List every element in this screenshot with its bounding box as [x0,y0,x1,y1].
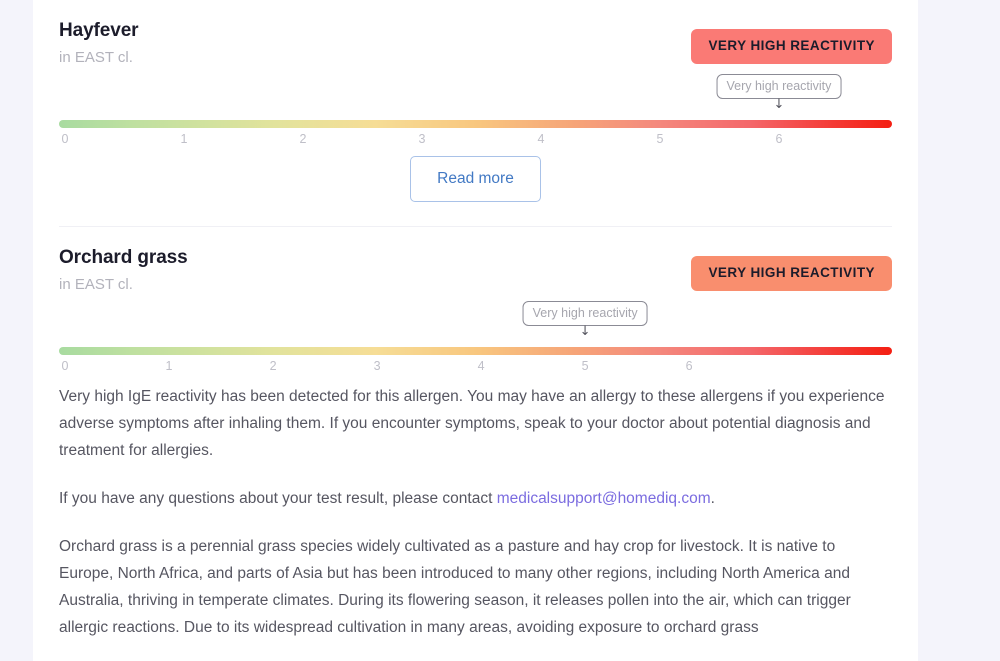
scale-tick-label: 4 [477,359,485,373]
scale-marker: Very high reactivity ↓ [716,74,842,112]
allergen-header: Orchard grass in EAST cl. VERY HIGH REAC… [59,245,892,303]
allergen-description: Very high IgE reactivity has been detect… [59,371,892,641]
scale-gradient-track [59,347,892,355]
scale-marker: Very high reactivity ↓ [522,301,648,339]
read-more-button[interactable]: Read more [410,156,541,202]
scale-gradient-track [59,120,892,128]
scale-tick-label: 1 [180,132,188,146]
scale-marker-tooltip: Very high reactivity [522,301,648,326]
scale-tick-label: 4 [537,132,545,146]
scale-tick-label: 0 [61,359,69,373]
page-root: Hayfever in EAST cl. VERY HIGH REACTIVIT… [0,0,1000,661]
reactivity-scale: 0 1 2 3 4 5 6 Very high reactivity ↓ [59,301,892,373]
scale-tick-label: 3 [373,359,381,373]
scale-tick-labels: 0 1 2 3 4 5 6 [59,357,892,377]
scale-tick-labels: 0 1 2 3 4 5 6 [59,130,892,150]
reactivity-scale: 0 1 2 3 4 5 6 Very high reactivity ↓ [59,74,892,146]
scale-tick-label: 6 [685,359,693,373]
paragraph-allergen-info: Orchard grass is a perennial grass speci… [59,538,851,636]
scale-marker-tooltip: Very high reactivity [716,74,842,99]
allergen-section-hayfever: Hayfever in EAST cl. VERY HIGH REACTIVIT… [59,0,892,226]
status-badge: VERY HIGH REACTIVITY [691,29,892,64]
allergen-header: Hayfever in EAST cl. VERY HIGH REACTIVIT… [59,18,892,76]
support-email-link[interactable]: medicalsupport@homediq.com [497,490,711,507]
scale-tick-label: 0 [61,132,69,146]
paragraph-contact: If you have any questions about your tes… [59,485,891,512]
read-more-row: Read more [59,156,892,226]
scale-tick-label: 2 [299,132,307,146]
report-card: Hayfever in EAST cl. VERY HIGH REACTIVIT… [33,0,918,661]
scale-tick-label: 5 [656,132,664,146]
scale-tick-label: 5 [581,359,589,373]
contact-prefix: If you have any questions about your tes… [59,490,497,507]
down-arrow-icon: ↓ [579,324,591,339]
scale-tick-label: 1 [165,359,173,373]
contact-suffix: . [710,490,715,507]
report-card-inner: Hayfever in EAST cl. VERY HIGH REACTIVIT… [33,0,918,641]
allergen-section-orchard-grass: Orchard grass in EAST cl. VERY HIGH REAC… [59,227,892,641]
status-badge: VERY HIGH REACTIVITY [691,256,892,291]
down-arrow-icon: ↓ [773,97,785,112]
scale-tick-label: 2 [269,359,277,373]
paragraph-reactivity-summary: Very high IgE reactivity has been detect… [59,388,885,459]
scale-tick-label: 6 [775,132,783,146]
scale-tick-label: 3 [418,132,426,146]
